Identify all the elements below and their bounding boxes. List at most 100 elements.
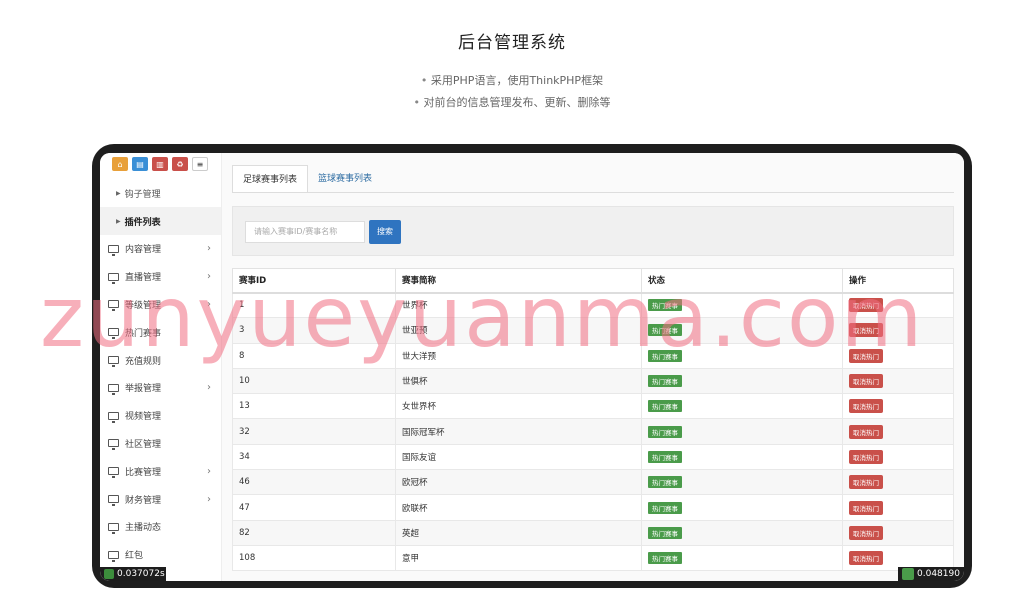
cell-action: 取消热门 xyxy=(842,317,954,344)
cancel-hot-button[interactable]: 取消热门 xyxy=(849,475,883,490)
file-icon[interactable]: ▤ xyxy=(132,157,148,171)
cancel-hot-button[interactable]: 取消热门 xyxy=(849,500,883,515)
cancel-hot-button[interactable]: 取消热门 xyxy=(849,525,883,540)
cell-id: 108 xyxy=(232,544,396,572)
sidebar-item[interactable]: 充值规则 xyxy=(100,346,221,374)
table-row: 8 世大洋预 热门赛事 取消热门 xyxy=(232,342,954,369)
monitor-icon xyxy=(108,356,119,368)
table-row: 47 欧联杯 热门赛事 取消热门 xyxy=(232,494,954,521)
status-badge: 热门赛事 xyxy=(648,349,682,362)
cancel-hot-button[interactable]: 取消热门 xyxy=(849,298,883,313)
cell-status: 热门赛事 xyxy=(641,443,843,471)
cell-name: 国际友谊 xyxy=(395,443,642,471)
sidebar-item-label: 直播管理 xyxy=(125,273,162,284)
cancel-hot-button[interactable]: 取消热门 xyxy=(849,348,883,363)
search-input[interactable]: 请输入赛事ID/赛事名称 xyxy=(245,221,365,243)
monitor-icon xyxy=(108,272,119,284)
cell-id: 82 xyxy=(232,519,396,546)
cell-id: 10 xyxy=(232,367,396,395)
sidebar-item-label: 举报管理 xyxy=(125,384,162,395)
cancel-hot-button[interactable]: 取消热门 xyxy=(849,424,883,439)
cell-action: 取消热门 xyxy=(842,393,954,420)
cancel-hot-button[interactable]: 取消热门 xyxy=(849,551,883,566)
sidebar: ⌂ ▤ ▥ ♻ ≡ ▶ 钩子管理 ▶ 插件列表 内容管理 › 直播管理 › 等级管理 › 热门赛事… xyxy=(100,153,222,581)
monitor-icon xyxy=(108,439,119,451)
chevron-right-icon: › xyxy=(207,465,211,477)
events-table: 赛事ID 赛事简称 状态 操作 1 世界杯 热门赛事 取消热门 3 世亚预 热门赛事 取消热门… xyxy=(232,268,954,572)
sidebar-item[interactable]: 红包 xyxy=(100,541,221,569)
sidebar-item[interactable]: 举报管理 › xyxy=(100,374,221,402)
feature-item: 采用PHP语言，使用ThinkPHP框架 xyxy=(0,70,1024,92)
monitor-icon xyxy=(108,522,119,534)
tab-football[interactable]: 足球赛事列表 xyxy=(232,165,309,193)
sidebar-toolbar: ⌂ ▤ ▥ ♻ ≡ xyxy=(100,153,221,179)
cancel-hot-button[interactable]: 取消热门 xyxy=(849,449,883,464)
cancel-hot-button[interactable]: 取消热门 xyxy=(849,323,883,338)
sidebar-item[interactable]: 内容管理 › xyxy=(100,235,221,263)
chevron-right-icon: › xyxy=(207,382,211,394)
sidebar-item-label: 社区管理 xyxy=(125,439,162,450)
cell-action: 取消热门 xyxy=(842,291,954,319)
tab-basketball[interactable]: 篮球赛事列表 xyxy=(308,165,382,193)
col-header-name: 赛事简称 xyxy=(395,268,642,294)
cancel-hot-button[interactable]: 取消热门 xyxy=(849,374,883,389)
cell-action: 取消热门 xyxy=(842,469,954,496)
table-row: 10 世俱杯 热门赛事 取消热门 xyxy=(232,367,954,395)
table-row: 34 国际友谊 热门赛事 取消热门 xyxy=(232,443,954,471)
load-timer: 0.037072s xyxy=(100,567,166,581)
sidebar-item[interactable]: 热门赛事 xyxy=(100,318,221,346)
cell-status: 热门赛事 xyxy=(641,393,843,420)
cell-id: 3 xyxy=(232,317,396,344)
feature-list: 采用PHP语言，使用ThinkPHP框架 对前台的信息管理发布、更新、删除等 xyxy=(0,70,1024,114)
sidebar-subitem-label: 钩子管理 xyxy=(124,189,161,200)
cell-name: 欧联杯 xyxy=(395,494,642,521)
list-icon[interactable]: ≡ xyxy=(192,157,208,171)
sidebar-item[interactable]: 等级管理 › xyxy=(100,291,221,319)
table-header-row: 赛事ID 赛事简称 状态 操作 xyxy=(232,268,954,294)
leaf-icon xyxy=(104,569,114,579)
cell-name: 意甲 xyxy=(395,544,642,572)
cell-status: 热门赛事 xyxy=(641,544,843,572)
col-header-id: 赛事ID xyxy=(232,268,396,294)
status-badge: 热门赛事 xyxy=(648,552,682,565)
status-badge: 热门赛事 xyxy=(648,299,682,312)
table-row: 46 欧冠杯 热门赛事 取消热门 xyxy=(232,469,954,496)
chevron-right-icon: › xyxy=(207,298,211,310)
table-row: 1 世界杯 热门赛事 取消热门 xyxy=(232,291,954,319)
cell-id: 8 xyxy=(232,342,396,369)
cell-status: 热门赛事 xyxy=(641,291,843,319)
monitor-icon xyxy=(108,411,119,423)
chevron-right-icon: › xyxy=(207,243,211,255)
table-row: 3 世亚预 热门赛事 取消热门 xyxy=(232,317,954,344)
sidebar-item[interactable]: 社区管理 xyxy=(100,430,221,458)
status-badge: 热门赛事 xyxy=(648,400,682,413)
home-icon[interactable]: ⌂ xyxy=(112,157,128,171)
sidebar-item[interactable]: 视频管理 xyxy=(100,402,221,430)
col-header-action: 操作 xyxy=(842,268,954,294)
sidebar-item[interactable]: 直播管理 › xyxy=(100,263,221,291)
cancel-hot-button[interactable]: 取消热门 xyxy=(849,399,883,414)
cell-status: 热门赛事 xyxy=(641,342,843,369)
sidebar-item[interactable]: 主播动态 xyxy=(100,513,221,541)
cell-name: 女世界杯 xyxy=(395,393,642,420)
monitor-icon xyxy=(108,383,119,395)
trash-icon[interactable]: ▥ xyxy=(152,157,168,171)
sidebar-item[interactable]: 财务管理 › xyxy=(100,485,221,513)
monitor-icon xyxy=(108,300,119,312)
sidebar-subitem[interactable]: ▶ 钩子管理 xyxy=(100,179,221,207)
load-timer-right: 0.048190 xyxy=(898,567,964,581)
monitor-icon xyxy=(108,328,119,340)
feature-item: 对前台的信息管理发布、更新、删除等 xyxy=(0,92,1024,114)
caret-right-icon: ▶ xyxy=(116,217,121,225)
monitor-icon xyxy=(108,244,119,256)
sidebar-item-label: 热门赛事 xyxy=(125,328,162,339)
sidebar-item[interactable]: 比赛管理 › xyxy=(100,457,221,485)
cell-name: 世界杯 xyxy=(395,291,642,319)
status-badge: 热门赛事 xyxy=(648,324,682,337)
sidebar-item-label: 充值规则 xyxy=(125,356,162,367)
recycle-icon[interactable]: ♻ xyxy=(172,157,188,171)
cell-action: 取消热门 xyxy=(842,367,954,395)
search-button[interactable]: 搜索 xyxy=(369,220,401,244)
cell-name: 英超 xyxy=(395,519,642,546)
sidebar-subitem[interactable]: ▶ 插件列表 xyxy=(100,207,221,235)
